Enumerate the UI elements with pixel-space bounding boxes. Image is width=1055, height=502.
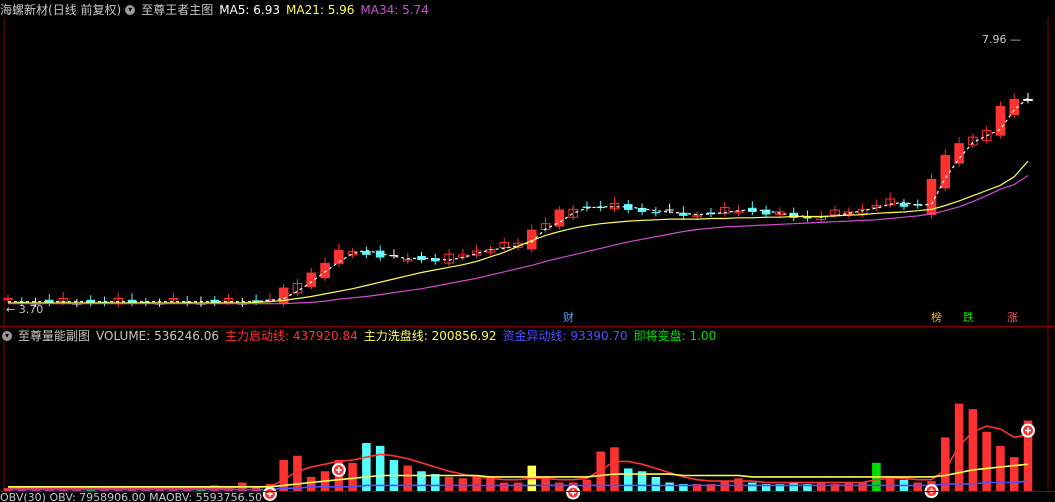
volume-bar [1009,457,1019,491]
obv-values: OBV(30) OBV: 7958906.00 MAOBV: 5593756.5… [0,493,263,502]
stock-chart-window: 海螺新材 (日线 前复权) ▾ 至尊王者主图 MA5: 6.93 MA21: 5… [0,0,1055,502]
arrow-left-icon: ← [6,303,16,316]
marker-bang[interactable]: 榜 [930,311,943,324]
jijiang-bianpan-value: 即将变盘: 1.00 [633,329,717,343]
marker-cai[interactable]: 财 [562,311,575,324]
sub-indicator-selector-icon[interactable]: ▾ [2,331,12,341]
candle-body [362,250,371,255]
sub-panel-header: ▾ 至尊量能副图 VOLUME: 536246.06 主力启动线: 437920… [0,327,722,345]
volume-bar [996,445,1005,491]
volume-bar [748,482,757,491]
zijin-yidong-value: 资金异动线: 93390.70 [502,329,628,343]
candle-body [320,262,330,279]
volume-bar [417,471,426,491]
ma-line-ma5 [8,97,1029,303]
volume-bar [431,474,440,491]
ma-line-ma21 [8,160,1029,304]
candle-body [651,212,661,214]
volume-bar [816,482,826,491]
high-price-label: 7.96 — [982,33,1021,46]
volume-bar [610,447,619,491]
marker-die[interactable]: 跌 [962,311,975,324]
candle-body [1023,98,1033,101]
candle-body [665,209,674,211]
volume-bar [968,409,978,491]
volume-bar [403,465,413,491]
volume-bar [513,482,523,491]
volume-value: VOLUME: 536246.06 [96,329,220,343]
volume-bar [362,443,371,491]
volume-bar [665,482,674,491]
volume-bar [789,482,798,491]
zhuli-xipan-value: 主力洗盘线: 200856.92 [363,329,497,343]
volume-bar [844,482,854,491]
candle-body [954,143,964,164]
obv-panel-header: OBV(30) OBV: 7958906.00 MAOBV: 5593756.5… [0,493,268,502]
volume-bar [651,476,661,491]
price-chart[interactable] [0,0,1055,502]
candle-body [995,106,1006,136]
volume-bar [306,476,316,491]
volume-bar [499,482,509,491]
candle-body [940,154,951,189]
volume-bar [913,482,923,491]
zhuli-qidong-value: 主力启动线: 437920.84 [225,329,358,343]
sub-indicator-name[interactable]: 至尊量能副图 [18,327,90,345]
volume-bar [375,445,385,491]
volume-bar [444,476,454,491]
candle-body [899,202,909,207]
marker-zhang[interactable]: 涨 [1006,311,1019,324]
volume-bar [623,468,633,491]
volume-bar [555,482,564,491]
volume-bar [858,482,867,491]
low-price-label: ← 3.70 [6,303,44,316]
candle-body [306,272,317,287]
panel-divider-bottom [0,491,1055,492]
